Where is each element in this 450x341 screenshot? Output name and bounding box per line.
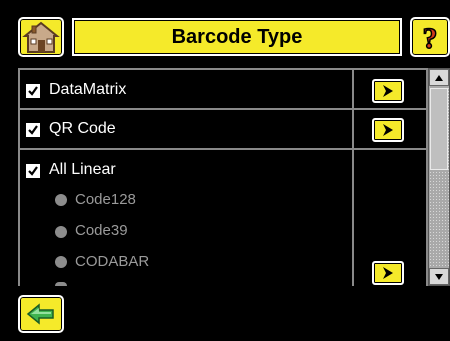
code39-radio[interactable] [55,226,67,238]
question-mark-icon: ? [422,21,439,54]
scroll-up-button[interactable] [429,69,449,86]
chevron-right-icon [383,85,393,97]
all-linear-settings-button[interactable] [372,261,404,285]
check-icon [28,166,38,176]
qr-code-label: QR Code [49,120,116,137]
help-button[interactable]: ? [410,17,450,57]
chevron-right-icon [383,124,393,136]
triangle-down-icon [435,273,443,280]
code39-label: Code39 [75,222,128,239]
check-icon [28,125,38,135]
all-linear-checkbox[interactable] [26,164,40,178]
qr-code-checkbox[interactable] [26,123,40,137]
all-linear-label: All Linear [49,161,116,178]
chevron-right-icon [383,267,393,279]
code128-label: Code128 [75,191,136,208]
home-button[interactable] [18,17,64,57]
svg-text:?: ? [423,22,438,54]
page-title: Barcode Type [72,18,402,56]
partial-radio [55,282,67,286]
qr-code-settings-button[interactable] [372,118,404,142]
home-icon [22,21,60,53]
datamatrix-checkbox[interactable] [26,84,40,98]
scrollbar-thumb[interactable] [430,88,448,170]
back-arrow-icon [26,303,54,325]
triangle-up-icon [435,74,443,81]
scroll-down-button[interactable] [429,268,449,285]
back-button[interactable] [18,295,64,333]
check-icon [28,86,38,96]
codabar-radio[interactable] [55,256,67,268]
code128-radio[interactable] [55,194,67,206]
column-divider [352,68,354,286]
codabar-label: CODABAR [75,253,150,270]
datamatrix-label: DataMatrix [49,81,127,98]
datamatrix-settings-button[interactable] [372,79,404,103]
